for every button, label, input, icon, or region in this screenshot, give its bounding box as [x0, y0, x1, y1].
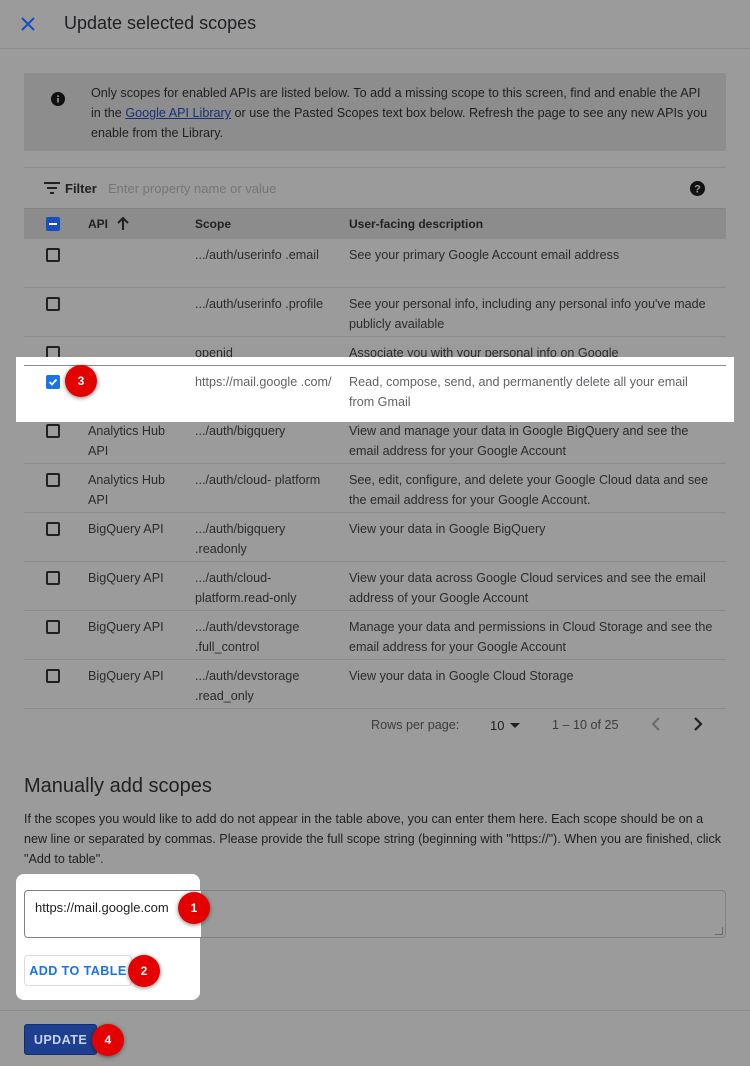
- update-button[interactable]: UPDATE: [24, 1024, 97, 1055]
- step-badge-3: 3: [65, 365, 97, 397]
- row-scope: https://mail.google .com/: [195, 375, 332, 389]
- row-checkbox[interactable]: [46, 620, 60, 634]
- row-scope: .../auth/cloud- platform: [195, 473, 321, 487]
- row-scope: .../auth/devstorage .read_only: [195, 669, 300, 703]
- table-row: .../auth/userinfo .profile See your pers…: [24, 287, 726, 336]
- dialog-title: Update selected scopes: [64, 13, 257, 33]
- row-scope: .../auth/userinfo .email: [195, 248, 319, 262]
- google-api-library-link[interactable]: Google API Library: [125, 106, 231, 120]
- info-text: Only scopes for enabled APIs are listed …: [91, 86, 708, 140]
- row-description: Read, compose, send, and permanently del…: [349, 375, 688, 409]
- add-to-table-button[interactable]: ADD TO TABLE: [24, 955, 132, 986]
- row-scope: .../auth/cloud- platform.read-only: [195, 571, 297, 605]
- row-description: View your data in Google Cloud Storage: [349, 669, 574, 683]
- resize-handle-icon[interactable]: [715, 927, 723, 935]
- row-checkbox[interactable]: [46, 346, 60, 360]
- close-icon: [21, 17, 35, 31]
- dialog-header: Update selected scopes: [0, 0, 750, 49]
- table-row: .../auth/userinfo .email See your primar…: [24, 238, 726, 287]
- table-row: BigQuery API .../auth/bigquery .readonly…: [24, 512, 726, 561]
- filter-label: Filter: [65, 181, 97, 196]
- dialog-panel: Update selected scopes Only scopes for e…: [0, 0, 750, 1066]
- checkmark-icon: [48, 378, 58, 386]
- table-row: openid Associate you with your personal …: [24, 336, 726, 365]
- row-description: View and manage your data in Google BigQ…: [349, 424, 689, 458]
- step-badge-2: 2: [128, 955, 160, 987]
- table-header: API Scope User-facing description: [24, 208, 726, 238]
- row-checkbox-checked[interactable]: [46, 375, 60, 389]
- rows-per-page-label: Rows per page:: [371, 718, 460, 732]
- row-checkbox[interactable]: [46, 522, 60, 536]
- table-row-selected: https://mail.google .com/ Read, compose,…: [24, 365, 726, 414]
- row-checkbox[interactable]: [46, 669, 60, 683]
- row-description: Associate you with your personal info on…: [349, 346, 619, 360]
- table-row: Analytics Hub API .../auth/cloud- platfo…: [24, 463, 726, 512]
- column-scope: Scope: [195, 217, 232, 231]
- close-button[interactable]: [14, 10, 42, 38]
- filter-icon: [44, 182, 60, 194]
- step-badge-4: 4: [92, 1024, 124, 1056]
- table-row: Analytics Hub API .../auth/bigquery View…: [24, 414, 726, 463]
- svg-text:?: ?: [694, 184, 701, 196]
- table-row: BigQuery API .../auth/devstorage .read_o…: [24, 659, 726, 708]
- row-checkbox[interactable]: [46, 473, 60, 487]
- chevron-left-icon[interactable]: [648, 715, 666, 733]
- manual-add-description: If the scopes you would like to add do n…: [24, 812, 722, 866]
- column-api[interactable]: API: [88, 217, 108, 231]
- row-api: Analytics Hub API: [88, 473, 165, 507]
- row-scope: .../auth/userinfo .profile: [195, 297, 324, 311]
- page-range: 1 – 10 of 25: [552, 718, 619, 732]
- row-scope: .../auth/bigquery: [195, 424, 286, 438]
- row-description: See, edit, configure, and delete your Go…: [349, 473, 709, 507]
- select-all-checkbox[interactable]: [46, 217, 60, 231]
- row-description: See your primary Google Account email ad…: [349, 248, 620, 262]
- caret-down-icon[interactable]: [510, 723, 520, 728]
- row-scope: .../auth/devstorage .full_control: [195, 620, 300, 654]
- sort-arrow-up-icon[interactable]: [117, 217, 129, 231]
- scopes-textarea[interactable]: https://mail.google.com: [24, 890, 726, 938]
- row-checkbox[interactable]: [46, 424, 60, 438]
- table-row: BigQuery API .../auth/cloud- platform.re…: [24, 561, 726, 610]
- row-checkbox[interactable]: [46, 248, 60, 262]
- row-scope: .../auth/bigquery .readonly: [195, 522, 286, 556]
- row-checkbox[interactable]: [46, 571, 60, 585]
- column-description: User-facing description: [349, 217, 484, 231]
- rows-per-page-select[interactable]: 10: [490, 718, 504, 733]
- row-description: View your data in Google BigQuery: [349, 522, 546, 536]
- table-row: BigQuery API .../auth/devstorage .full_c…: [24, 610, 726, 659]
- filter-bar: Filter ?: [24, 167, 726, 208]
- info-icon: [51, 92, 65, 106]
- row-api: BigQuery API: [88, 522, 164, 536]
- row-api: Analytics Hub API: [88, 424, 165, 458]
- row-scope: openid: [195, 346, 233, 360]
- row-api: BigQuery API: [88, 620, 164, 634]
- row-description: See your personal info, including any pe…: [349, 297, 706, 331]
- pagination: Rows per page: 10 1 – 10 of 25: [24, 708, 726, 742]
- row-api: BigQuery API: [88, 669, 164, 683]
- info-banner: Only scopes for enabled APIs are listed …: [24, 73, 726, 151]
- row-checkbox[interactable]: [46, 297, 60, 311]
- row-description: View your data across Google Cloud servi…: [349, 571, 706, 605]
- scopes-table: API Scope User-facing description .../au…: [24, 208, 726, 708]
- textarea-value: https://mail.google.com: [35, 900, 169, 915]
- filter-input[interactable]: [108, 181, 648, 196]
- help-icon[interactable]: ?: [690, 181, 705, 196]
- row-api: BigQuery API: [88, 571, 164, 585]
- manual-add-title: Manually add scopes: [24, 775, 212, 797]
- step-badge-1: 1: [178, 892, 210, 924]
- row-description: Manage your data and permissions in Clou…: [349, 620, 713, 654]
- chevron-right-icon[interactable]: [688, 715, 706, 733]
